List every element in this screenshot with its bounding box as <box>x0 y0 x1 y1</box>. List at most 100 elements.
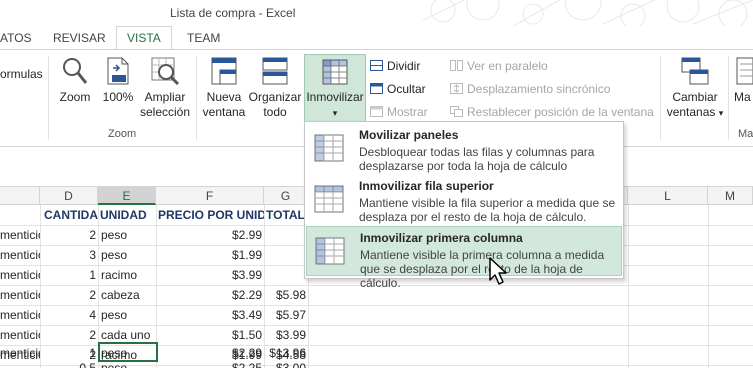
arrange-all-label-2: todo <box>263 105 287 119</box>
cell-price-partial[interactable]: $2.25 <box>156 362 262 368</box>
zoom-selection-label-1: Ampliar <box>144 90 186 104</box>
header-cantidad[interactable]: CANTIDAD <box>44 205 98 225</box>
window-title: Lista de compra - Excel <box>170 6 296 20</box>
sync-scroll-button[interactable]: Desplazamiento sincrónico <box>450 82 610 96</box>
cell-price[interactable]: $2.99 <box>156 225 262 245</box>
tab-revisar[interactable]: REVISAR <box>53 31 106 45</box>
cell-price[interactable]: $3.49 <box>156 305 262 325</box>
arrange-all-icon <box>262 57 288 85</box>
cell-qty[interactable]: 4 <box>40 305 96 325</box>
cell-qty[interactable]: 2 <box>40 325 96 345</box>
side-by-side-icon <box>450 60 463 71</box>
cell-a[interactable]: menticio <box>0 285 40 305</box>
cell-total-partial[interactable]: $3.00 <box>264 362 306 368</box>
header-unidad[interactable]: UNIDAD <box>100 205 156 225</box>
new-window-icon <box>211 57 237 85</box>
cell-total[interactable]: $5.97 <box>264 305 306 325</box>
cell-qty[interactable]: 2 <box>40 225 96 245</box>
zoom-100-button[interactable]: 100% <box>100 56 136 105</box>
mouse-cursor-icon <box>489 257 507 285</box>
side-by-side-button[interactable]: Ver en paralelo <box>450 59 548 73</box>
cell-qty-partial[interactable]: 0.5 <box>40 362 96 368</box>
cell-a[interactable]: menticio <box>0 245 40 265</box>
menu-item-title: Movilizar paneles <box>359 128 459 142</box>
tab-team[interactable]: TEAM <box>187 31 220 45</box>
cell-unit-partial[interactable]: peso <box>101 362 156 368</box>
show-label: Mostrar <box>387 105 428 119</box>
header-total[interactable]: TOTAL <box>266 205 308 225</box>
tab-datos[interactable]: ATOS <box>0 31 32 45</box>
cell-total[interactable] <box>264 225 306 245</box>
hide-button[interactable]: Ocultar <box>370 82 426 96</box>
menu-item-freeze-top-row[interactable]: Inmovilizar fila superior Mantiene visib… <box>306 175 622 225</box>
cell-a[interactable]: menticio <box>0 325 40 345</box>
split-label: Dividir <box>387 59 421 73</box>
group-separator <box>48 56 49 140</box>
cell-total[interactable] <box>264 245 306 265</box>
menu-item-unfreeze-panes[interactable]: Movilizar paneles Desbloquear todas las … <box>306 124 622 174</box>
cell-price[interactable]: $1.50 <box>156 325 262 345</box>
cell-unit[interactable]: cabeza <box>101 285 156 305</box>
cell-price[interactable]: $3.99 <box>156 265 262 285</box>
hide-window-icon <box>370 83 383 94</box>
reset-position-button[interactable]: Restablecer posición de la ventana <box>450 105 654 119</box>
cell-qty[interactable]: 1 <box>40 265 96 285</box>
column-header-f[interactable]: F <box>156 187 264 205</box>
group-separator <box>660 56 661 140</box>
cell-qty[interactable]: 3 <box>40 245 96 265</box>
zoom-selection-icon <box>151 57 180 86</box>
new-window-label-2: ventana <box>202 105 246 119</box>
new-window-label-1: Nueva <box>206 90 242 104</box>
cell-price[interactable]: $2.29 <box>156 343 262 363</box>
title-bar: Lista de compra - Excel <box>0 0 753 26</box>
cell-a[interactable]: menticio <box>0 225 40 245</box>
cell-unit[interactable]: peso <box>101 225 156 245</box>
cell-a[interactable]: menticio <box>0 343 40 363</box>
zoom-button[interactable]: Zoom <box>56 56 94 105</box>
cell-total[interactable] <box>264 265 306 285</box>
cell-qty[interactable]: 1 <box>40 343 96 363</box>
macros-label: Ma <box>734 90 751 104</box>
cell-unit[interactable]: peso <box>101 245 156 265</box>
menu-item-freeze-first-column[interactable]: Inmovilizar primera columna Mantiene vis… <box>306 226 622 290</box>
cell-total[interactable]: $13.96 <box>264 343 306 363</box>
freeze-panes-button[interactable]: Inmovilizar ▾ <box>304 54 366 122</box>
show-window-icon <box>370 106 383 117</box>
arrange-all-button[interactable]: Organizar todo <box>248 56 302 120</box>
menu-item-title: Inmovilizar fila superior <box>359 179 494 193</box>
header-precio[interactable]: PRECIO POR UNIDAD <box>158 205 264 225</box>
cell-qty[interactable]: 2 <box>40 285 96 305</box>
new-window-button[interactable]: Nueva ventana <box>202 56 246 120</box>
macros-button[interactable]: Ma <box>734 56 753 105</box>
column-header-d[interactable]: D <box>40 187 98 205</box>
column-header-e[interactable]: E <box>98 187 156 205</box>
cell-total[interactable]: $3.99 <box>264 325 306 345</box>
cell-unit[interactable]: peso <box>101 305 156 325</box>
formulas-checkbox-label[interactable]: ormulas <box>0 67 43 81</box>
side-by-side-label: Ver en paralelo <box>467 59 548 73</box>
sync-scroll-icon <box>450 83 463 94</box>
zoom-selection-button[interactable]: Ampliar selección <box>140 56 190 120</box>
cell-total[interactable]: $5.98 <box>264 285 306 305</box>
cell-price[interactable]: $1.99 <box>156 245 262 265</box>
zoom-selection-label-2: selección <box>140 105 191 119</box>
switch-windows-button[interactable]: Cambiar ventanas ▾ <box>666 56 724 121</box>
zoom-100-icon <box>107 57 129 85</box>
column-header-g[interactable]: G <box>264 187 308 205</box>
tab-vista[interactable]: VISTA <box>116 26 172 51</box>
zoom-group-label: Zoom <box>108 128 137 140</box>
zoom-100-label: 100% <box>102 90 134 104</box>
column-header-m[interactable]: M <box>708 187 753 205</box>
split-button[interactable]: Dividir <box>370 59 420 73</box>
cell-a[interactable]: menticio <box>0 305 40 325</box>
cell-a[interactable]: menticio <box>0 265 40 285</box>
cell-unit[interactable]: peso <box>101 343 156 363</box>
macros-icon <box>736 57 753 85</box>
macros-group-label: Ma <box>738 128 753 140</box>
group-separator <box>196 56 197 140</box>
cell-unit[interactable]: racimo <box>101 265 156 285</box>
column-header-l[interactable]: L <box>628 187 708 205</box>
show-button[interactable]: Mostrar <box>370 105 428 119</box>
cell-price[interactable]: $2.29 <box>156 285 262 305</box>
cell-a[interactable]: menticio <box>0 363 40 368</box>
